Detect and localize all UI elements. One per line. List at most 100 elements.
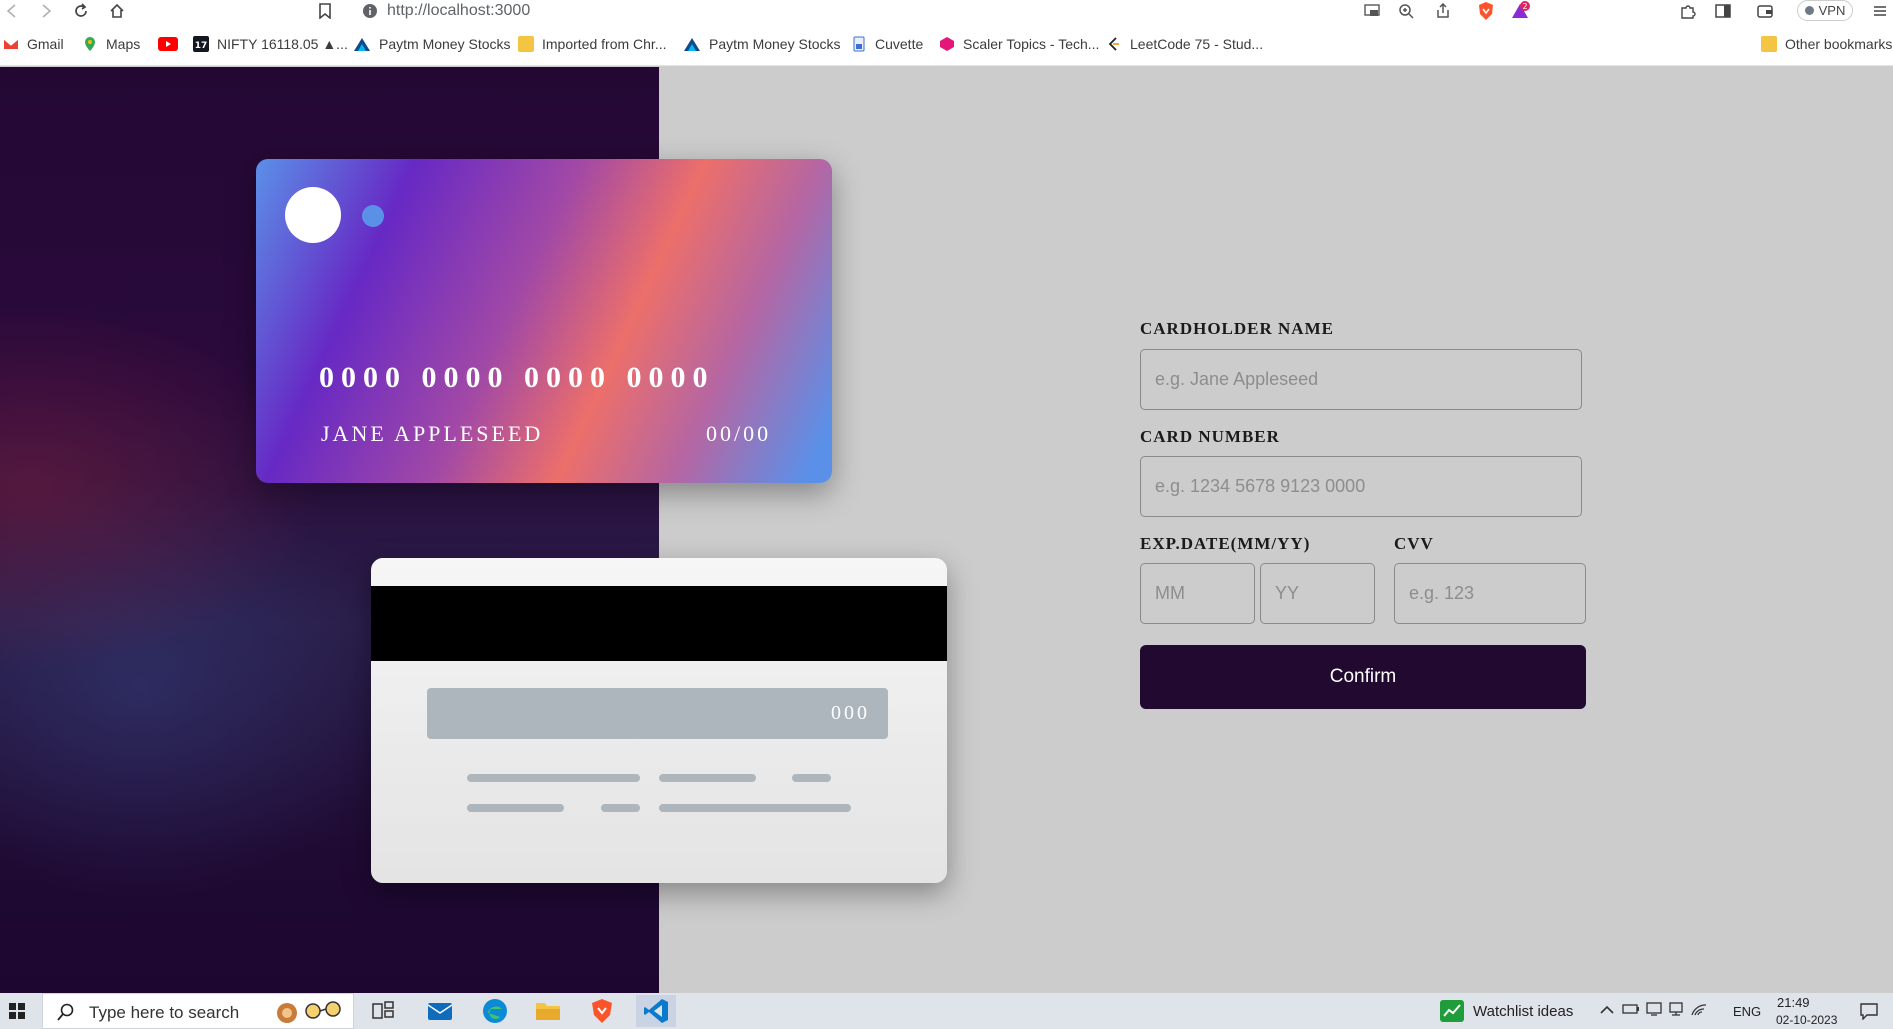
maps-pin-icon [85,37,95,51]
taskbar-edge[interactable] [475,995,515,1027]
reload-button[interactable] [71,1,91,21]
task-view-button[interactable] [363,995,403,1027]
show-hidden-icons-button[interactable] [1600,1002,1614,1020]
card-number-input[interactable] [1140,456,1582,517]
language-indicator[interactable]: ENG [1733,1004,1761,1019]
bookmark-paytm-money-2[interactable]: Paytm Money Stocks [683,34,841,54]
vscode-icon [644,999,668,1023]
site-info-icon[interactable] [362,3,378,19]
vpn-status-icon [1804,6,1814,15]
network-icon [1669,1002,1683,1016]
magnetic-stripe [371,586,947,661]
cvv-display: 000 [831,702,870,724]
paytm-money-icon [354,38,370,51]
brave-shields-icon[interactable] [1476,2,1496,20]
paytm-money-icon [684,38,700,51]
card-back-deco-line [659,774,756,782]
cast-icon[interactable] [1362,2,1382,20]
home-button[interactable] [107,1,127,21]
url-text: http://localhost:3000 [387,2,531,19]
card-back-deco-line [601,804,640,812]
card-back-preview: 000 [371,558,947,883]
taskbar-search-placeholder: Type here to search [89,1003,240,1022]
vpn-label: VPN [1818,3,1846,18]
taskbar-brave[interactable] [582,995,622,1027]
stocks-widget-icon [1440,1000,1464,1022]
task-view-icon [372,1001,394,1019]
other-bookmarks[interactable]: Other bookmarks [1761,34,1892,54]
taskbar-search-box[interactable]: Type here to search [42,993,354,1029]
cuvette-icon [853,36,865,52]
exp-month-input[interactable] [1140,563,1255,624]
start-button[interactable] [0,993,34,1029]
search-highlight-icon[interactable] [275,997,351,1027]
cvv-input[interactable] [1394,563,1586,624]
bookmark-paytm-money-1[interactable]: Paytm Money Stocks [353,34,511,54]
card-details-form: CARDHOLDER NAME CARD NUMBER EXP.DATE(MM/… [1140,67,1590,767]
notification-icon [1860,1003,1878,1021]
bookmark-imported-folder[interactable]: Imported from Chr... [518,34,666,54]
card-logo-circle-large [285,187,341,243]
wifi-icon [1691,1004,1707,1016]
bookmark-scaler[interactable]: Scaler Topics - Tech... [939,34,1099,54]
leetcode-icon [1108,37,1119,51]
bookmark-nifty[interactable]: 17 NIFTY 16118.05 ▲... [193,34,348,54]
clock-time[interactable]: 21:49 [1777,995,1810,1010]
share-icon[interactable] [1433,2,1453,20]
card-back-deco-line [467,804,564,812]
wallet-button[interactable] [1755,1,1775,21]
folder-icon [1761,36,1777,52]
sidebar-button[interactable] [1713,1,1733,21]
vpn-button[interactable]: VPN [1797,0,1853,21]
wallet-icon [1757,5,1773,18]
brave-rewards-icon[interactable]: 2 [1510,1,1530,20]
bookmark-leetcode[interactable]: LeetCode 75 - Stud... [1106,34,1263,54]
windows-taskbar: Type here to search Watchlist ideas ENG … [0,993,1893,1029]
system-tray[interactable] [1622,1001,1708,1017]
watchlist-widget[interactable]: Watchlist ideas [1440,999,1573,1023]
home-icon [110,3,124,18]
browser-toolbar: http://localhost:3000 2 VPN [0,0,1893,22]
card-logo-circle-small [362,205,384,227]
card-number-label: CARD NUMBER [1140,427,1280,446]
confirm-button[interactable]: Confirm [1140,645,1586,709]
back-button[interactable] [2,1,22,21]
svg-text:2: 2 [1522,2,1527,11]
taskbar-vscode[interactable] [636,995,676,1027]
back-icon [6,4,16,18]
extensions-button[interactable] [1678,1,1698,21]
taskbar-file-explorer[interactable] [528,995,568,1027]
chevron-up-icon [1600,1005,1614,1014]
bookmark-cuvette[interactable]: Cuvette [851,34,923,54]
notifications-button[interactable] [1860,1002,1878,1025]
forward-icon [42,4,52,18]
svg-text:17: 17 [195,41,208,51]
signature-strip: 000 [427,688,888,739]
mail-icon [427,1003,453,1020]
battery-icon [1622,1004,1639,1014]
youtube-icon [158,37,178,51]
exp-year-input[interactable] [1260,563,1375,624]
cardholder-name-input[interactable] [1140,349,1582,410]
menu-button[interactable] [1870,1,1890,21]
bookmark-page-button[interactable] [315,1,335,21]
taskbar-mail[interactable] [420,995,460,1027]
windows-logo-icon [9,1003,25,1019]
zoom-icon[interactable] [1396,2,1416,20]
bookmark-youtube[interactable] [158,34,186,54]
bookmark-icon [319,3,331,19]
address-bar[interactable]: http://localhost:3000 2 [350,0,1542,22]
forward-button[interactable] [36,1,56,21]
bookmarks-bar: Gmail Maps 17 NIFTY 16118.05 ▲... Paytm … [0,22,1893,66]
cardholder-name-label: CARDHOLDER NAME [1140,319,1334,338]
tradingview-icon: 17 [193,36,209,52]
cardholder-name-display: JANE APPLESEED [321,421,544,446]
exp-date-label: EXP.DATE(MM/YY) [1140,534,1311,553]
card-back-deco-line [792,774,831,782]
display-icon [1646,1002,1662,1016]
card-back-deco-line [467,774,640,782]
card-front-preview: 0000 0000 0000 0000 JANE APPLESEED 00/00 [256,159,832,483]
bookmark-maps[interactable]: Maps [82,34,140,54]
bookmark-gmail[interactable]: Gmail [3,34,64,54]
clock-date[interactable]: 02-10-2023 [1776,1013,1837,1027]
